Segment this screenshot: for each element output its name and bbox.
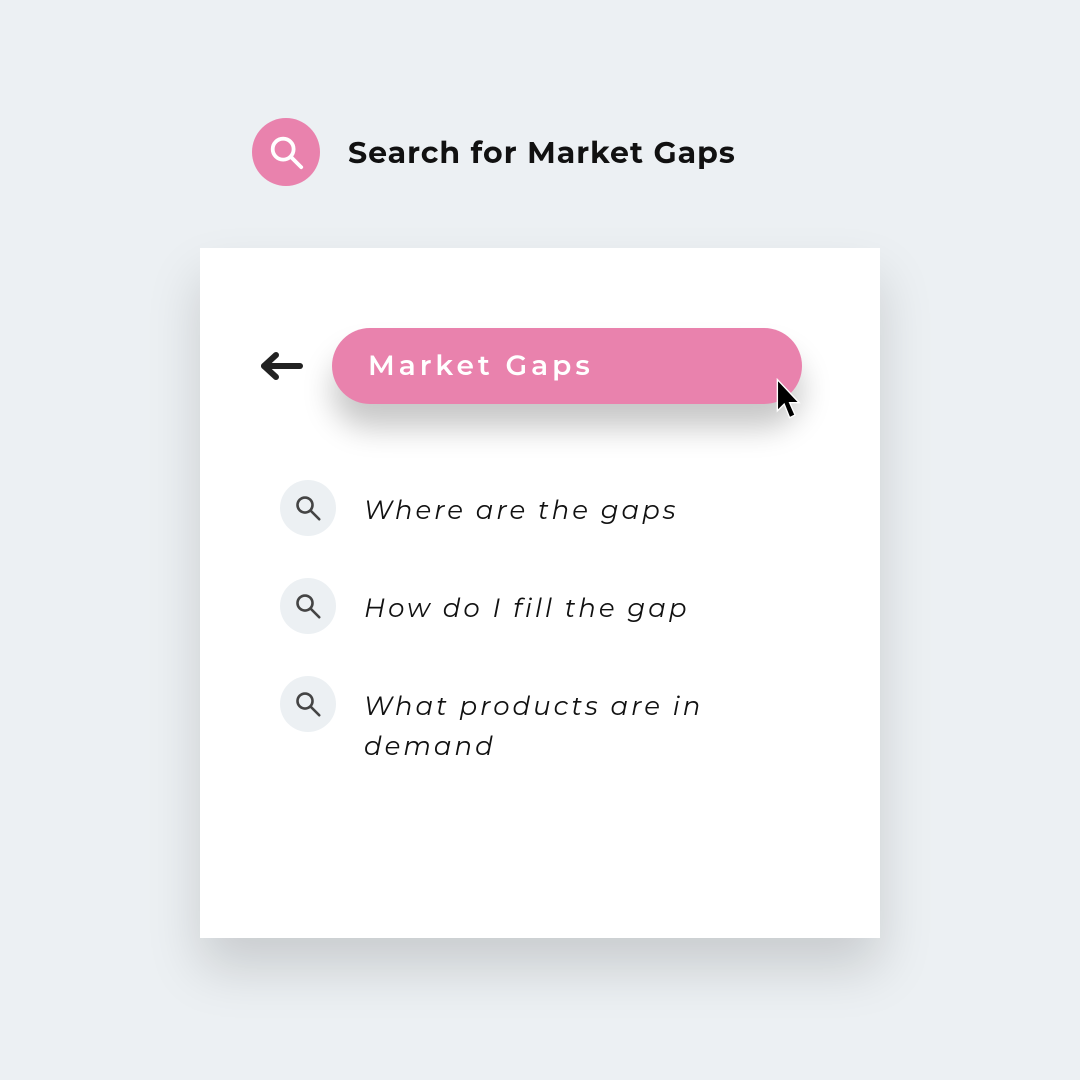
search-row: Market Gaps xyxy=(260,328,802,404)
suggestion-label: What products are in demand xyxy=(364,676,764,767)
search-query-text: Market Gaps xyxy=(368,349,594,383)
search-card: Market Gaps Where are the gaps xyxy=(200,248,880,938)
back-arrow-icon[interactable] xyxy=(260,351,304,381)
cursor-icon xyxy=(776,378,806,422)
search-icon xyxy=(252,118,320,186)
page-header: Search for Market Gaps xyxy=(252,118,736,186)
suggestion-label: Where are the gaps xyxy=(364,480,678,530)
suggestion-item[interactable]: How do I fill the gap xyxy=(280,578,800,634)
suggestion-item[interactable]: What products are in demand xyxy=(280,676,800,767)
suggestion-label: How do I fill the gap xyxy=(364,578,689,628)
suggestion-item[interactable]: Where are the gaps xyxy=(280,480,800,536)
search-input[interactable]: Market Gaps xyxy=(332,328,802,404)
search-icon xyxy=(280,480,336,536)
suggestion-list: Where are the gaps How do I fill the gap… xyxy=(280,480,800,767)
search-icon xyxy=(280,676,336,732)
page-title: Search for Market Gaps xyxy=(348,134,736,171)
search-icon xyxy=(280,578,336,634)
